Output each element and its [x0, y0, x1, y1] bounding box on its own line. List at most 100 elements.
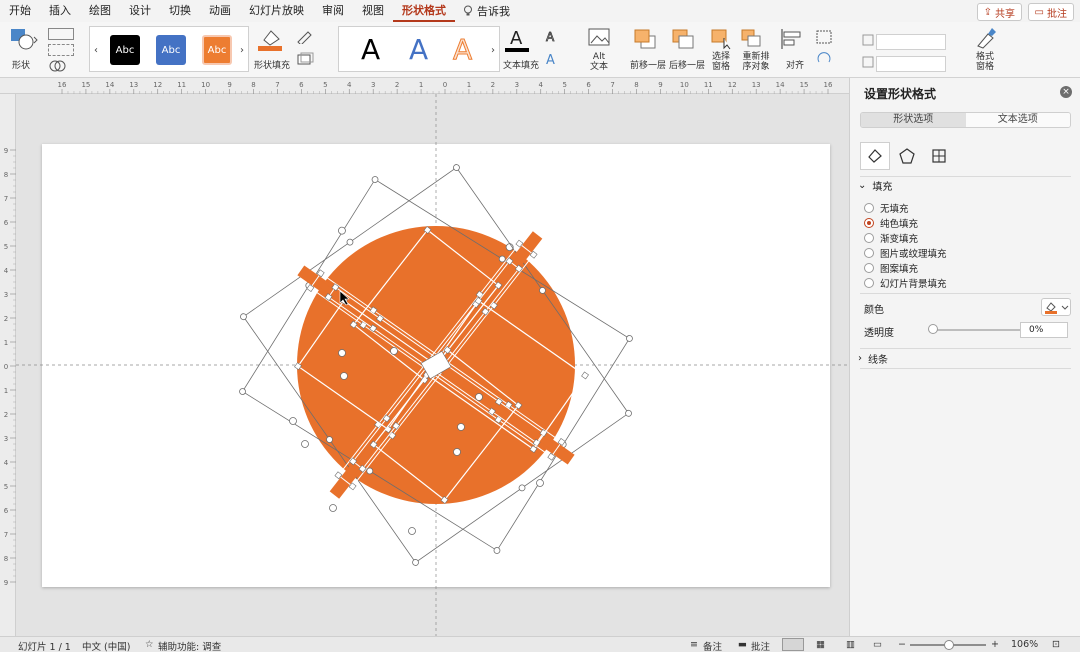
zoom-level[interactable]: 106% [1011, 639, 1038, 650]
format-pane-button[interactable] [974, 26, 998, 53]
gallery-next-icon[interactable]: › [240, 45, 244, 56]
resize-handle[interactable] [624, 409, 632, 417]
radio-button[interactable] [864, 248, 874, 258]
radio-button[interactable] [864, 278, 874, 288]
rotate-handle[interactable] [457, 423, 465, 431]
effects-tab[interactable] [892, 142, 922, 170]
tab-insert[interactable]: 插入 [40, 0, 80, 22]
rotate-handle[interactable] [338, 349, 346, 357]
tab-shape-options[interactable]: 形状选项 [861, 113, 966, 127]
tab-animations[interactable]: 动画 [200, 0, 240, 22]
style-thumb-black[interactable]: Abc [110, 35, 140, 65]
width-input[interactable] [876, 56, 946, 72]
reorder-objects-button[interactable] [740, 28, 770, 53]
resize-handle[interactable] [239, 313, 247, 321]
resize-handle[interactable] [411, 558, 419, 566]
resize-handle[interactable] [452, 163, 460, 171]
tab-text-options[interactable]: 文本选项 [965, 113, 1070, 127]
rotate-handle[interactable] [408, 527, 416, 535]
opacity-slider-knob[interactable] [928, 324, 938, 334]
tab-slideshow[interactable]: 幻灯片放映 [240, 0, 313, 22]
fill-option-none[interactable]: 无填充 [864, 201, 909, 215]
resize-handle[interactable] [625, 334, 633, 342]
tab-design[interactable]: 设计 [120, 0, 160, 22]
send-backward-button[interactable] [670, 28, 700, 55]
close-icon[interactable]: × [1060, 86, 1072, 98]
resize-handle[interactable] [493, 546, 501, 554]
notes-button[interactable]: 备注 [703, 639, 722, 652]
insert-shapes-button[interactable] [10, 28, 38, 53]
fill-option-solid[interactable]: 纯色填充 [864, 216, 918, 230]
zoom-out-icon[interactable]: − [898, 639, 906, 650]
tab-view[interactable]: 视图 [353, 0, 393, 22]
comment-icon[interactable]: ▬ [738, 639, 747, 650]
radio-button[interactable] [864, 203, 874, 213]
fill-line-tab[interactable] [860, 142, 890, 170]
accessibility-status[interactable]: 辅助功能: 调查 [158, 639, 221, 652]
text-effects-button[interactable]: A [544, 52, 560, 69]
zoom-in-icon[interactable]: + [991, 639, 999, 650]
fill-option-pattern[interactable]: 图案填充 [864, 261, 918, 275]
opacity-input[interactable]: 0% [1020, 322, 1068, 338]
opacity-slider-track[interactable] [932, 329, 1032, 331]
wordart-orange-outline[interactable]: A [452, 33, 472, 67]
fill-section-header[interactable]: ⌄ 填充 [850, 176, 1080, 194]
notes-icon[interactable]: ≡ [690, 639, 698, 650]
fill-option-gradient[interactable]: 渐变填充 [864, 231, 918, 245]
rotate-handle[interactable] [475, 393, 483, 401]
edit-shape-button[interactable] [48, 28, 74, 40]
tell-me-search[interactable]: 告诉我 [455, 3, 518, 19]
reading-view-icon[interactable]: ▥ [846, 639, 855, 650]
normal-view-icon[interactable] [782, 638, 804, 651]
bring-forward-button[interactable] [632, 28, 662, 55]
rotate-handle[interactable] [536, 479, 544, 487]
selected-shape-layer[interactable] [16, 94, 849, 636]
group-button[interactable] [816, 30, 834, 47]
resize-handle[interactable] [371, 175, 379, 183]
style-thumb-orange[interactable]: Abc [202, 35, 232, 65]
text-box-button[interactable] [48, 44, 74, 56]
color-picker-button[interactable] [1041, 298, 1071, 316]
share-button[interactable]: ⇪ 共享 [976, 3, 1022, 21]
shape-fill-button[interactable] [258, 26, 284, 55]
text-outline-button[interactable]: A [544, 30, 560, 47]
resize-handle[interactable] [518, 484, 526, 492]
merge-shapes-button[interactable] [48, 60, 74, 72]
line-section-header[interactable]: › 线条 [850, 349, 1080, 367]
tab-shape-format[interactable]: 形状格式 [393, 0, 455, 22]
size-properties-tab[interactable] [924, 142, 954, 170]
rotate-handle[interactable] [329, 504, 337, 512]
wordart-black[interactable]: A [361, 33, 380, 67]
accessibility-icon[interactable]: ☆ [145, 639, 154, 650]
resize-handle[interactable] [346, 238, 354, 246]
slideshow-icon[interactable]: ▭ [873, 639, 882, 650]
tab-draw[interactable]: 绘图 [80, 0, 120, 22]
align-button[interactable] [780, 28, 806, 53]
rotate-handle[interactable] [340, 372, 348, 380]
comments-status-button[interactable]: 批注 [751, 639, 770, 652]
zoom-slider-knob[interactable] [944, 640, 954, 650]
slide-canvas[interactable] [16, 94, 849, 636]
tab-transitions[interactable]: 切换 [160, 0, 200, 22]
selection-pane-button[interactable] [710, 28, 734, 53]
radio-button-selected[interactable] [864, 218, 874, 228]
fill-option-slide-background[interactable]: 幻灯片背景填充 [864, 276, 947, 290]
fit-slide-icon[interactable]: ⊡ [1052, 639, 1060, 650]
shape-effects-button[interactable] [296, 52, 316, 69]
wordart-blue[interactable]: A [409, 33, 428, 67]
language-indicator[interactable]: 中文 (中国) [82, 639, 130, 652]
wordart-next-icon[interactable]: › [491, 45, 495, 56]
style-thumb-blue[interactable]: Abc [156, 35, 186, 65]
radio-button[interactable] [864, 233, 874, 243]
tab-review[interactable]: 审阅 [313, 0, 353, 22]
gallery-prev-icon[interactable]: ‹ [94, 45, 98, 56]
alt-text-button[interactable] [588, 28, 612, 53]
text-fill-button[interactable]: A [505, 26, 529, 57]
shape-outline-button[interactable] [296, 30, 316, 47]
radio-button[interactable] [864, 263, 874, 273]
tab-home[interactable]: 开始 [0, 0, 40, 22]
rotate-button[interactable] [816, 52, 834, 69]
slide-sorter-icon[interactable]: ▦ [816, 639, 825, 650]
rotate-handle[interactable] [390, 347, 398, 355]
rotate-handle[interactable] [301, 440, 309, 448]
